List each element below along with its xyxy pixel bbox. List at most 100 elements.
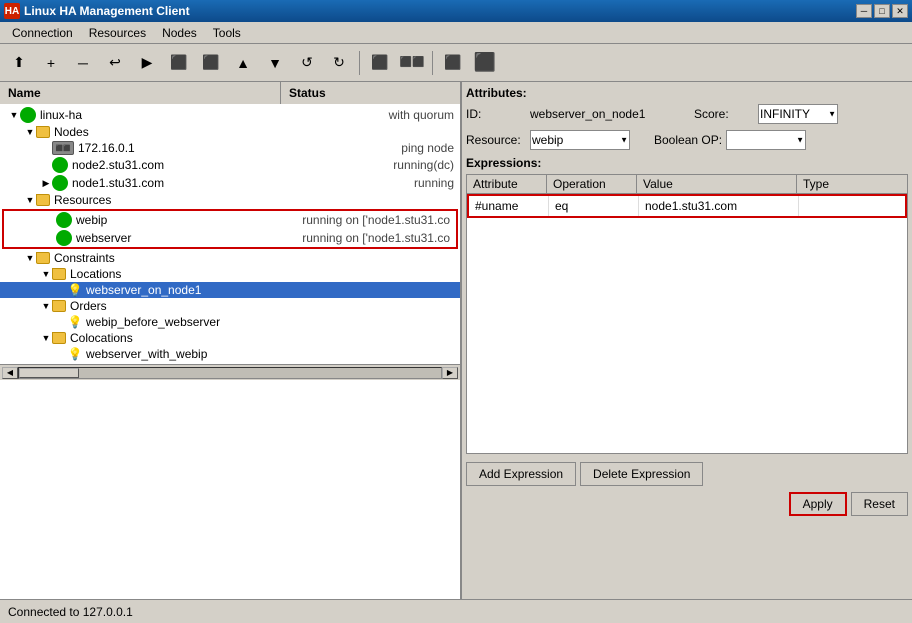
menu-nodes[interactable]: Nodes bbox=[154, 24, 205, 42]
toolbar-up-btn[interactable]: ▲ bbox=[228, 49, 258, 77]
toolbar-copy-btn[interactable]: ⬛ bbox=[365, 49, 395, 77]
close-button[interactable]: ✕ bbox=[892, 4, 908, 18]
linux-ha-icon bbox=[20, 107, 36, 123]
webip-label: webip bbox=[76, 213, 107, 227]
app-icon: HA bbox=[4, 3, 20, 19]
menu-tools[interactable]: Tools bbox=[205, 24, 249, 42]
linux-ha-label: linux-ha bbox=[40, 108, 82, 122]
col-type: Type bbox=[797, 175, 877, 193]
expand-webip-before-webserver[interactable] bbox=[56, 316, 68, 328]
score-select-wrapper: INFINITY bbox=[758, 104, 838, 124]
tree-item-webserver-with-webip[interactable]: 💡 webserver_with_webip bbox=[0, 346, 460, 362]
expand-constraints[interactable]: ▼ bbox=[24, 252, 36, 264]
tree-item-resources[interactable]: ▼ Resources bbox=[0, 192, 460, 208]
tree-item-node2[interactable]: node2.stu31.com running(dc) bbox=[0, 156, 460, 174]
toolbar-btn8[interactable]: ⬛⬛ bbox=[397, 49, 427, 77]
toolbar-refresh-btn[interactable]: ↺ bbox=[292, 49, 322, 77]
nodes-folder-icon bbox=[36, 126, 50, 138]
toolbar-play-btn[interactable]: ▶ bbox=[132, 49, 162, 77]
toolbar-btn6[interactable]: ⬛ bbox=[196, 49, 226, 77]
expand-node2[interactable] bbox=[40, 159, 52, 171]
col-operation: Operation bbox=[547, 175, 637, 193]
add-expression-button[interactable]: Add Expression bbox=[466, 462, 576, 486]
expand-resources[interactable]: ▼ bbox=[24, 194, 36, 206]
resource-label: Resource: bbox=[466, 133, 526, 147]
toolbar-btn9[interactable]: ⬛ bbox=[438, 49, 468, 77]
toolbar-add-btn[interactable]: + bbox=[36, 49, 66, 77]
toolbar-separator1 bbox=[359, 51, 360, 75]
expand-nodes[interactable]: ▼ bbox=[24, 126, 36, 138]
expr-row-0[interactable]: #uname eq node1.stu31.com bbox=[467, 194, 907, 218]
tree-item-nodes[interactable]: ▼ Nodes bbox=[0, 124, 460, 140]
score-label: Score: bbox=[694, 107, 754, 121]
orders-folder-icon bbox=[52, 300, 66, 312]
toolbar-remove-btn[interactable]: ─ bbox=[68, 49, 98, 77]
expr-cell-value-0: node1.stu31.com bbox=[639, 196, 799, 216]
expressions-section: Expressions: Attribute Operation Value T… bbox=[466, 156, 908, 595]
left-panel-scrollbar[interactable]: ◀ ▶ bbox=[0, 364, 460, 380]
resource-select[interactable]: webip bbox=[530, 130, 630, 150]
menu-resources[interactable]: Resources bbox=[81, 24, 154, 42]
expand-node1-tree[interactable]: ▶ bbox=[40, 177, 52, 189]
menu-connection[interactable]: Connection bbox=[4, 24, 81, 42]
linux-ha-status: with quorum bbox=[389, 108, 458, 122]
scroll-right-btn[interactable]: ▶ bbox=[442, 367, 458, 379]
tree-item-webserver-on-node1[interactable]: 💡 webserver_on_node1 bbox=[0, 282, 460, 298]
maximize-button[interactable]: □ bbox=[874, 4, 890, 18]
expr-table-header: Attribute Operation Value Type bbox=[467, 175, 907, 194]
tree-item-constraints[interactable]: ▼ Constraints bbox=[0, 250, 460, 266]
expand-orders[interactable]: ▼ bbox=[40, 300, 52, 312]
expand-webserver-on-node1[interactable] bbox=[56, 284, 68, 296]
constraints-label: Constraints bbox=[54, 251, 115, 265]
tree-item-webip[interactable]: webip running on ['node1.stu31.co bbox=[4, 211, 456, 229]
expand-linux-ha[interactable]: ▼ bbox=[8, 109, 20, 121]
tree-status-header: Status bbox=[280, 82, 460, 104]
col-value: Value bbox=[637, 175, 797, 193]
resources-label: Resources bbox=[54, 193, 111, 207]
toolbar-stop-btn[interactable]: ⬛ bbox=[164, 49, 194, 77]
tree-item-webip-before-webserver[interactable]: 💡 webip_before_webserver bbox=[0, 314, 460, 330]
tree-item-172[interactable]: ⬛⬛ 172.16.0.1 ping node bbox=[0, 140, 460, 156]
reset-button[interactable]: Reset bbox=[851, 492, 908, 516]
toolbar-exit-btn[interactable]: ⬛ bbox=[470, 49, 500, 77]
tree-item-node1[interactable]: ▶ node1.stu31.com running bbox=[0, 174, 460, 192]
toolbar-undo-btn[interactable]: ↩ bbox=[100, 49, 130, 77]
node2-label: node2.stu31.com bbox=[72, 158, 164, 172]
toolbar-back-btn[interactable]: ⬆ bbox=[4, 49, 34, 77]
boolean-op-label: Boolean OP: bbox=[654, 133, 722, 147]
webserver-status: running on ['node1.stu31.co bbox=[302, 231, 454, 245]
expand-webip[interactable] bbox=[44, 214, 56, 226]
expand-webserver[interactable] bbox=[44, 232, 56, 244]
expressions-title: Expressions: bbox=[466, 156, 908, 170]
tree-item-orders[interactable]: ▼ Orders bbox=[0, 298, 460, 314]
node1-icon bbox=[52, 175, 68, 191]
status-text: Connected to 127.0.0.1 bbox=[8, 605, 133, 619]
toolbar-redo-btn[interactable]: ↻ bbox=[324, 49, 354, 77]
tree-item-locations[interactable]: ▼ Locations bbox=[0, 266, 460, 282]
expand-webserver-with-webip[interactable] bbox=[56, 348, 68, 360]
bulb-icon-webserver-with-webip: 💡 bbox=[68, 347, 82, 361]
scroll-left-btn[interactable]: ◀ bbox=[2, 367, 18, 379]
delete-expression-button[interactable]: Delete Expression bbox=[580, 462, 703, 486]
minimize-button[interactable]: ─ bbox=[856, 4, 872, 18]
score-select[interactable]: INFINITY bbox=[758, 104, 838, 124]
expand-colocations[interactable]: ▼ bbox=[40, 332, 52, 344]
tree-item-linux-ha[interactable]: ▼ linux-ha with quorum bbox=[0, 106, 460, 124]
locations-folder-icon bbox=[52, 268, 66, 280]
bulb-icon-webserver-on-node1: 💡 bbox=[68, 283, 82, 297]
resources-folder-icon bbox=[36, 194, 50, 206]
orders-label: Orders bbox=[70, 299, 107, 313]
tree-item-webserver[interactable]: webserver running on ['node1.stu31.co bbox=[4, 229, 456, 247]
window-title: Linux HA Management Client bbox=[24, 4, 190, 18]
scroll-track bbox=[18, 367, 442, 379]
toolbar-down-btn[interactable]: ▼ bbox=[260, 49, 290, 77]
boolean-op-select[interactable] bbox=[726, 130, 806, 150]
toolbar: ⬆ + ─ ↩ ▶ ⬛ ⬛ ▲ ▼ ↺ ↻ ⬛ ⬛⬛ ⬛ ⬛ bbox=[0, 44, 912, 82]
172-label: 172.16.0.1 bbox=[78, 141, 135, 155]
tree-item-colocations[interactable]: ▼ Colocations bbox=[0, 330, 460, 346]
apply-button[interactable]: Apply bbox=[789, 492, 847, 516]
expand-172[interactable] bbox=[40, 142, 52, 154]
scroll-thumb[interactable] bbox=[19, 368, 79, 378]
expand-locations[interactable]: ▼ bbox=[40, 268, 52, 280]
right-panel: Attributes: ID: webserver_on_node1 Score… bbox=[462, 82, 912, 599]
